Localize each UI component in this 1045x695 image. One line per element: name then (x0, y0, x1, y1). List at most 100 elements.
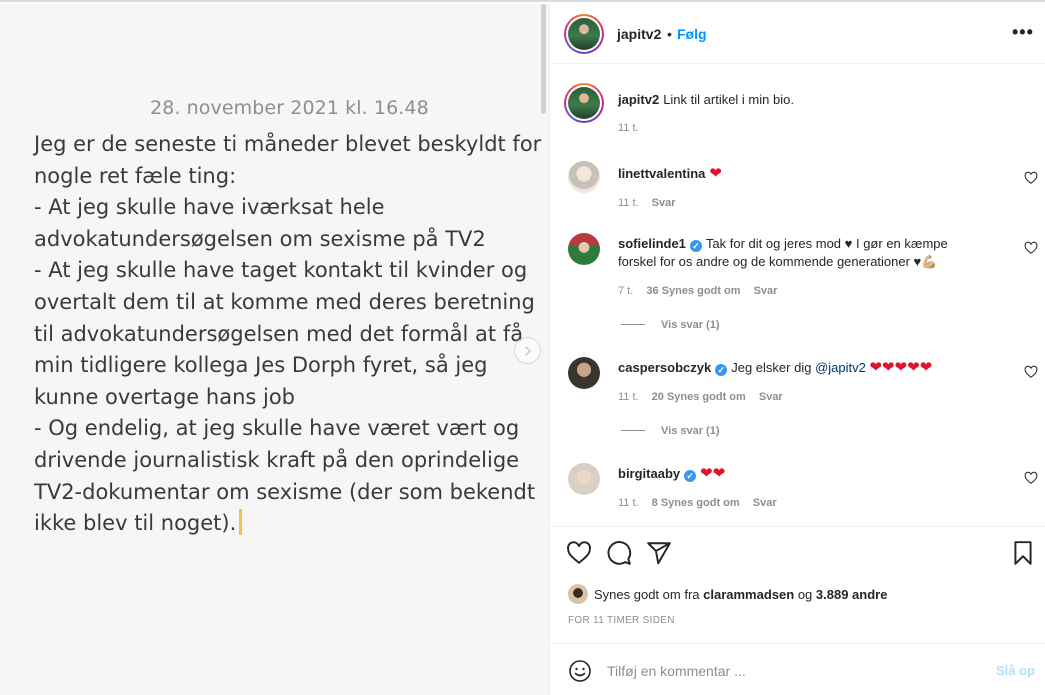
note-line: Jeg er de seneste ti måneder blevet besk… (34, 132, 542, 156)
view-replies-label: Vis svar (1) (661, 425, 720, 437)
replies-dash (621, 324, 645, 325)
comment-time[interactable]: 7 t. (618, 285, 633, 297)
like-heart-icon[interactable] (566, 540, 592, 566)
note-line: nogle ret fæle ting: (34, 163, 237, 188)
next-slide-button[interactable] (514, 337, 541, 364)
follow-button[interactable]: Følg (677, 26, 707, 42)
comment-meta: 11 t. Svar (618, 197, 686, 209)
note-line: overtalt dem til at komme med deres bere… (34, 289, 535, 314)
flexed-biceps-emoji: 💪🏼 (921, 254, 938, 269)
comment-text: birgitaaby ✓ ❤❤ (618, 465, 988, 483)
add-comment-bar: Slå op (550, 643, 1045, 695)
verified-badge-icon: ✓ (689, 240, 702, 252)
comments-list[interactable]: japitv2 Link til artikel i min bio. 11 t.… (550, 65, 1045, 526)
comment-meta: 11 t. 8 Synes godt om Svar (618, 497, 787, 509)
comment-body: Jeg elsker dig (731, 360, 812, 375)
commenter-avatar[interactable] (568, 161, 600, 193)
chevron-right-icon (524, 345, 531, 356)
comment-text: caspersobczyk ✓ Jeg elsker dig @japitv2 ❤❤… (618, 359, 988, 377)
comment-likes-count[interactable]: 20 Synes godt om (652, 391, 746, 403)
action-bar (550, 526, 1045, 576)
post-comment-button[interactable]: Slå op (996, 663, 1035, 678)
reply-button[interactable]: Svar (759, 391, 783, 403)
post-side-panel: japitv2 • Følg ••• japitv2 Link til artik… (549, 4, 1045, 695)
heart-emojis: ❤❤ (700, 465, 726, 482)
likes-summary: Synes godt om fra clarammadsen og 3.889 … (568, 584, 887, 604)
comment-input[interactable] (607, 660, 977, 682)
note-line: drivende journalistisk kraft på den opri… (34, 447, 520, 472)
note-line: advokatundersøgelsen om sexisme på TV2 (34, 226, 486, 251)
caption-avatar[interactable] (564, 83, 604, 123)
post-image[interactable]: 28. november 2021 kl. 16.48 Jeg er de se… (0, 4, 549, 695)
instagram-post-modal: 28. november 2021 kl. 16.48 Jeg er de se… (0, 0, 1045, 695)
author-username[interactable]: japitv2 (617, 26, 661, 42)
likes-others-count[interactable]: 3.889 andre (816, 587, 888, 602)
reply-button[interactable]: Svar (652, 197, 676, 209)
note-line: kunne overtage hans job (34, 384, 296, 409)
post-header: japitv2 • Følg ••• (550, 4, 1045, 64)
post-timestamp[interactable]: FOR 11 TIMER SIDEN (568, 615, 675, 626)
liker-avatar[interactable] (568, 584, 588, 604)
verified-badge-icon: ✓ (684, 470, 697, 482)
commenter-avatar[interactable] (568, 463, 600, 495)
reply-button[interactable]: Svar (753, 497, 777, 509)
comment-bubble-icon[interactable] (606, 540, 632, 566)
note-line: min tidligere kollega Jes Dorph fyret, s… (34, 353, 488, 378)
verified-badge-icon: ✓ (715, 364, 728, 376)
comment-text: sofielinde1 ✓ Tak for dit og jeres mod ♥ I… (618, 235, 988, 271)
note-line: - At jeg skulle have taget kontakt til k… (34, 258, 528, 283)
note-line: - At jeg skulle have iværksat hele (34, 195, 385, 220)
view-replies-button[interactable]: Vis svar (1) (621, 319, 720, 331)
note-line: til advokatundersøgelsen med det formål … (34, 321, 524, 346)
liker-username[interactable]: clarammadsen (703, 587, 794, 602)
separator-dot: • (667, 26, 672, 42)
note-line-last: ikke blev til noget). (34, 508, 534, 540)
comment-likes-count[interactable]: 8 Synes godt om (652, 497, 740, 509)
comment-username[interactable]: birgitaaby (618, 466, 680, 481)
view-replies-label: Vis svar (1) (661, 319, 720, 331)
caption-username[interactable]: japitv2 (618, 92, 659, 107)
note-body: Jeg er de seneste ti måneder blevet besk… (34, 129, 542, 540)
save-bookmark-icon[interactable] (1010, 540, 1036, 566)
comment-time[interactable]: 11 t. (618, 391, 639, 403)
note-line-text: ikke blev til noget). (34, 511, 237, 536)
comment-likes-count[interactable]: 36 Synes godt om (646, 285, 740, 297)
likes-conj: og (797, 587, 813, 602)
caption-text: japitv2 Link til artikel i min bio. (618, 91, 988, 109)
comment-body: Tak for dit og jeres mod ♥ I gør en kæmp… (705, 236, 948, 251)
likes-prefix: Synes godt om fra (594, 587, 700, 602)
note-date: 28. november 2021 kl. 16.48 (150, 97, 429, 119)
comment-body-cont: forskel for os andre og de kommende gene… (618, 254, 922, 269)
view-replies-button[interactable]: Vis svar (1) (621, 425, 720, 437)
commenter-avatar[interactable] (568, 233, 600, 265)
heart-emoji: ❤ (709, 165, 722, 182)
comment-like-heart-icon[interactable] (1024, 171, 1038, 185)
comment-username[interactable]: linettvalentina (618, 166, 705, 181)
more-options-icon[interactable]: ••• (1012, 22, 1034, 43)
note-line: TV2-dokumentar om sexisme (der som beken… (34, 479, 536, 504)
comment-username[interactable]: caspersobczyk (618, 360, 711, 375)
image-scrollbar[interactable] (541, 4, 546, 114)
comment-time[interactable]: 11 t. (618, 497, 639, 509)
replies-dash (621, 430, 645, 431)
comment-like-heart-icon[interactable] (1024, 365, 1038, 379)
caption-time[interactable]: 11 t. (618, 122, 639, 134)
mention-link[interactable]: @japitv2 (815, 360, 866, 375)
author-avatar[interactable] (564, 14, 604, 54)
comment-text: linettvalentina ❤ (618, 165, 988, 183)
caption-body: Link til artikel i min bio. (663, 92, 794, 107)
emoji-smiley-icon[interactable] (568, 659, 592, 683)
share-paper-plane-icon[interactable] (646, 540, 672, 566)
commenter-avatar[interactable] (568, 357, 600, 389)
note-line: - Og endelig, at jeg skulle have været v… (34, 416, 520, 441)
comment-like-heart-icon[interactable] (1024, 471, 1038, 485)
heart-emojis: ❤❤❤❤❤ (869, 359, 933, 376)
caption-meta: 11 t. (618, 122, 649, 134)
comment-time[interactable]: 11 t. (618, 197, 639, 209)
text-caret (239, 509, 243, 536)
comment-meta: 11 t. 20 Synes godt om Svar (618, 391, 793, 403)
comment-like-heart-icon[interactable] (1024, 241, 1038, 255)
comment-meta: 7 t. 36 Synes godt om Svar (618, 285, 787, 297)
reply-button[interactable]: Svar (754, 285, 778, 297)
comment-username[interactable]: sofielinde1 (618, 236, 686, 251)
